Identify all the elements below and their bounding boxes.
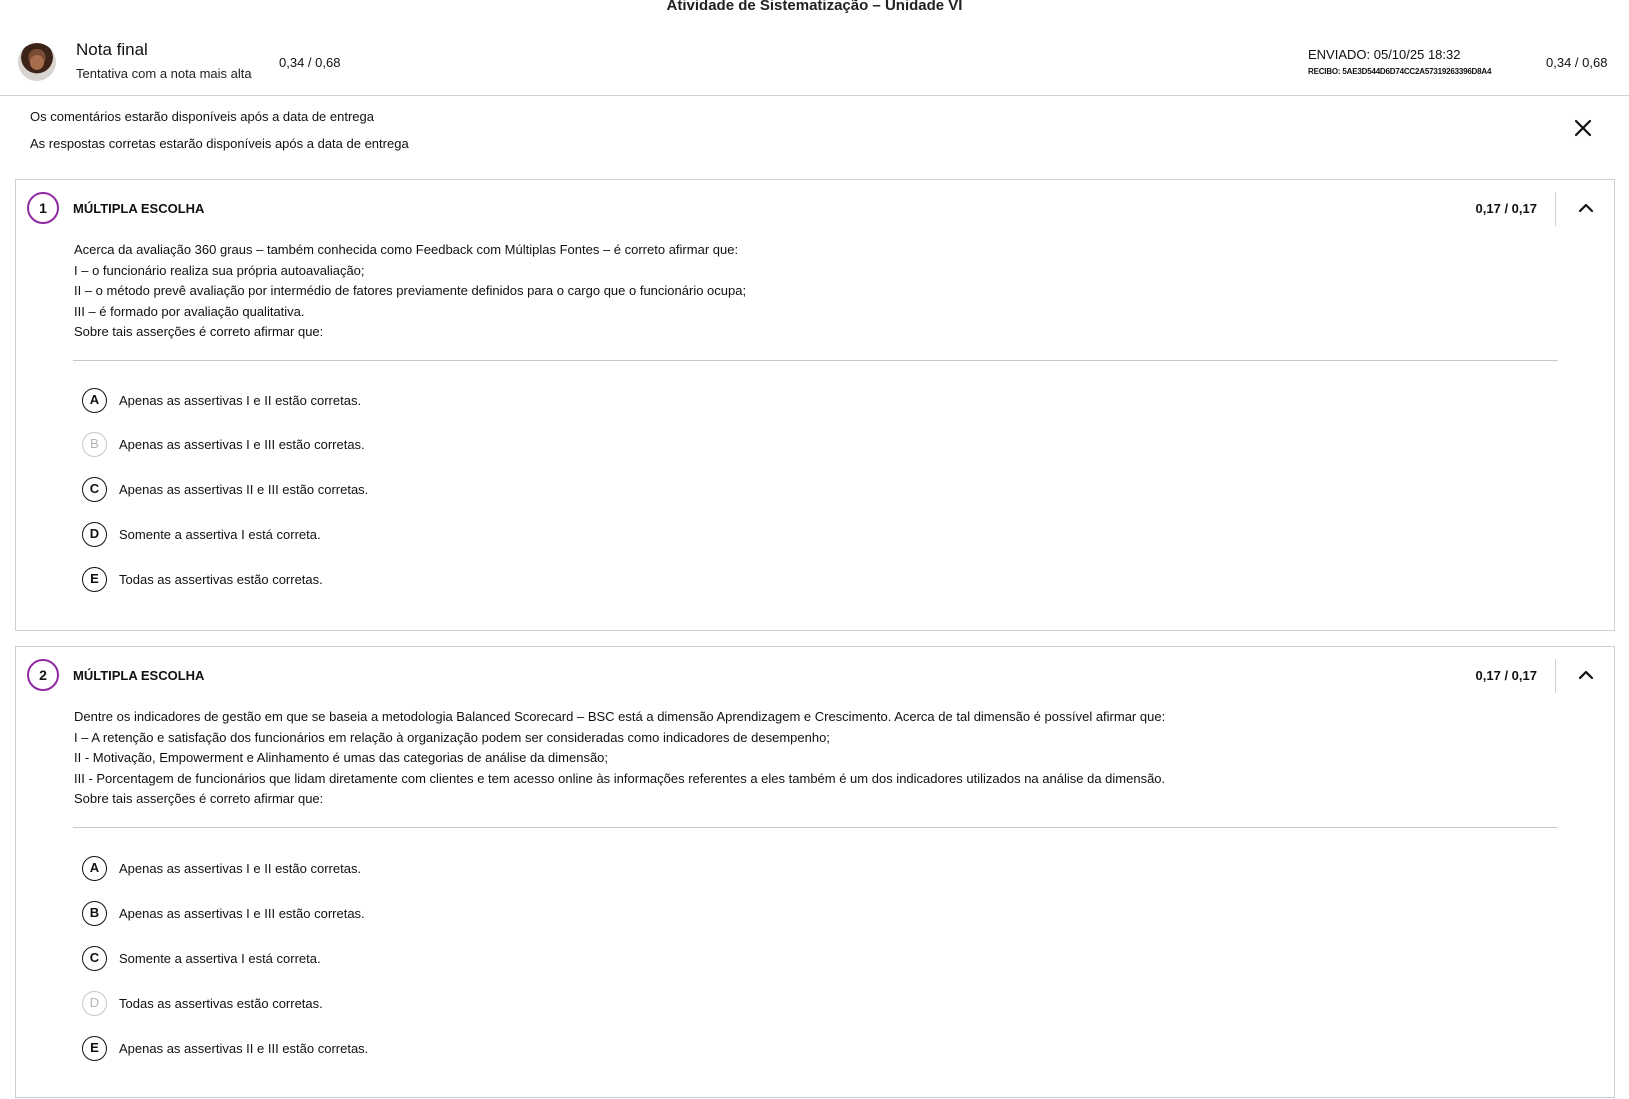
question-text: Dentre os indicadores de gestão em que s… (74, 707, 1474, 810)
final-grade-score: 0,34 / 0,68 (279, 55, 341, 70)
question-score: 0,17 / 0,17 (1475, 201, 1537, 216)
divider (1555, 659, 1556, 693)
question-card-2: 2 MÚLTIPLA ESCOLHA 0,17 / 0,17 Dentre os… (15, 646, 1615, 1098)
option-letter: C (82, 477, 107, 502)
option-text: Todas as assertivas estão corretas. (119, 996, 323, 1011)
option-letter: B (82, 901, 107, 926)
feedback-notice: Os comentários estarão disponíveis após … (30, 109, 374, 124)
question-line: III – é formado por avaliação qualitativ… (74, 303, 305, 319)
option-letter: D (82, 522, 107, 547)
option-letter: B (82, 432, 107, 457)
option-text: Apenas as assertivas II e III estão corr… (119, 1041, 369, 1056)
option-letter: D (82, 991, 107, 1016)
option-text: Somente a assertiva I está correta. (119, 527, 321, 542)
question-line: Dentre os indicadores de gestão em que s… (74, 709, 1166, 724)
collapse-button[interactable] (1576, 667, 1596, 683)
option-letter: A (82, 856, 107, 881)
option-text: Apenas as assertivas I e III estão corre… (119, 437, 365, 452)
question-line: Sobre tais asserções é correto afirmar q… (74, 324, 324, 340)
question-line: I – A retenção e satisfação dos funcioná… (74, 729, 830, 745)
question-line: Acerca da avaliação 360 graus – também c… (74, 242, 739, 257)
question-line: III - Porcentagem de funcionários que li… (74, 770, 1166, 786)
divider (73, 827, 1558, 828)
divider (1555, 192, 1556, 226)
collapse-button[interactable] (1576, 200, 1596, 216)
option-text: Apenas as assertivas I e III estão corre… (119, 906, 365, 921)
question-number: 2 (27, 659, 59, 691)
answers-notice: As respostas corretas estarão disponívei… (30, 136, 409, 151)
option-letter: E (82, 1036, 107, 1061)
chevron-up-icon (1578, 670, 1594, 680)
option-letter: C (82, 946, 107, 971)
grade-header: Nota final Tentativa com a nota mais alt… (0, 28, 1629, 96)
question-line: I – o funcionário realiza sua própria au… (74, 262, 365, 278)
close-button[interactable] (1572, 117, 1594, 139)
receipt-id: RECIBO: 5AE3D544D6D74CC2A57319263396D8A4 (1308, 67, 1492, 76)
avatar (18, 43, 56, 81)
question-score: 0,17 / 0,17 (1475, 668, 1537, 683)
option-text: Todas as assertivas estão corretas. (119, 572, 323, 587)
question-line: II – o método prevê avaliação por interm… (74, 283, 747, 299)
option-letter: A (82, 388, 107, 413)
option-letter: E (82, 567, 107, 592)
grade-subtitle: Tentativa com a nota mais alta (76, 66, 252, 81)
question-type: MÚLTIPLA ESCOLHA (73, 201, 205, 216)
question-line: Sobre tais asserções é correto afirmar q… (74, 791, 324, 807)
sent-timestamp: ENVIADO: 05/10/25 18:32 (1308, 47, 1461, 62)
chevron-up-icon (1578, 203, 1594, 213)
option-text: Apenas as assertivas I e II estão corret… (119, 393, 362, 408)
grade-title: Nota final (76, 40, 148, 59)
page-title: Atividade de Sistematização – Unidade VI (666, 0, 963, 14)
divider (73, 360, 1558, 361)
close-icon (1574, 119, 1592, 137)
question-text: Acerca da avaliação 360 graus – também c… (74, 240, 1474, 343)
option-text: Apenas as assertivas I e II estão corret… (119, 861, 362, 876)
attempt-score: 0,34 / 0,68 (1546, 55, 1608, 70)
question-line: II - Motivação, Empowerment e Alinhament… (74, 750, 609, 766)
option-text: Somente a assertiva I está correta. (119, 951, 321, 966)
option-text: Apenas as assertivas II e III estão corr… (119, 482, 369, 497)
question-card-1: 1 MÚLTIPLA ESCOLHA 0,17 / 0,17 Acerca da… (15, 179, 1615, 631)
question-type: MÚLTIPLA ESCOLHA (73, 668, 205, 683)
question-number: 1 (27, 192, 59, 224)
